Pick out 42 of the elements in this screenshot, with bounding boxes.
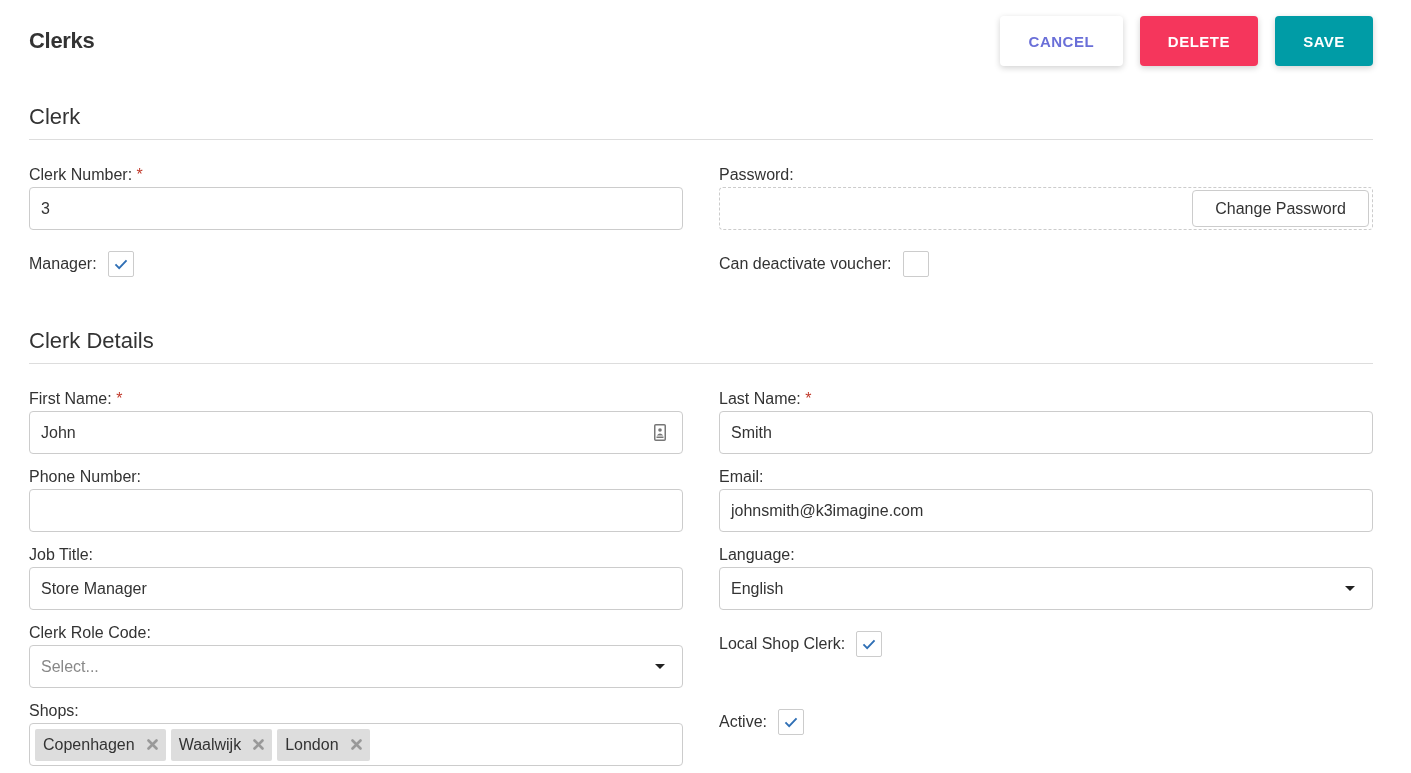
tag-label: Copenhagen [43,735,135,754]
input-field[interactable] [29,489,683,532]
field-label: First Name: * [29,389,124,409]
input-field[interactable]: johnsmith@k3imagine.com [719,489,1373,532]
dropdown[interactable]: English [719,567,1373,610]
field-label: Password: [719,165,795,185]
field-label: Email: [719,467,765,487]
contact-card-icon[interactable] [654,424,666,441]
field-label: Clerk Role Code: [29,623,152,643]
remove-icon[interactable] [350,739,362,750]
remove-icon[interactable] [146,739,158,750]
checkbox[interactable] [107,251,134,277]
remove-icon[interactable] [253,739,265,750]
field-label: Shops: [29,701,80,721]
input-field[interactable]: John [29,411,683,454]
delete-button[interactable]: DELETE [1139,16,1258,66]
checkbox[interactable] [778,709,804,735]
field-label: Phone Number: [29,467,143,487]
section-title: Clerk Details [29,328,1373,364]
field-label: Last Name: * [719,389,813,409]
section-title: Clerk [29,104,1373,140]
change-password-button[interactable]: Change Password [1192,190,1369,227]
input-field[interactable]: Smith [719,411,1373,454]
cancel-button[interactable]: CANCEL [999,16,1123,66]
field-label: Language: [719,545,796,565]
input-field[interactable]: Store Manager [29,567,683,610]
caret-icon [655,664,665,669]
caret-icon [1345,586,1355,591]
tag-input-field[interactable]: Copenhagen Waalwijk London [29,723,683,766]
field-label: Local Shop Clerk: [719,634,846,654]
field-label: Manager: [29,254,97,274]
field-label: Clerk Number: * [29,165,144,185]
tag-label: London [285,735,339,754]
field-label: Active: [719,712,767,732]
input-field[interactable]: 3 [29,187,683,230]
field-label: Job Title: [29,545,95,565]
tag-label: Waalwijk [178,735,242,754]
field-label: Can deactivate voucher: [719,254,892,274]
page-title: Clerks [29,28,95,54]
checkbox[interactable] [902,251,929,277]
checkbox[interactable] [856,631,883,657]
dropdown[interactable]: Select... [29,645,683,688]
